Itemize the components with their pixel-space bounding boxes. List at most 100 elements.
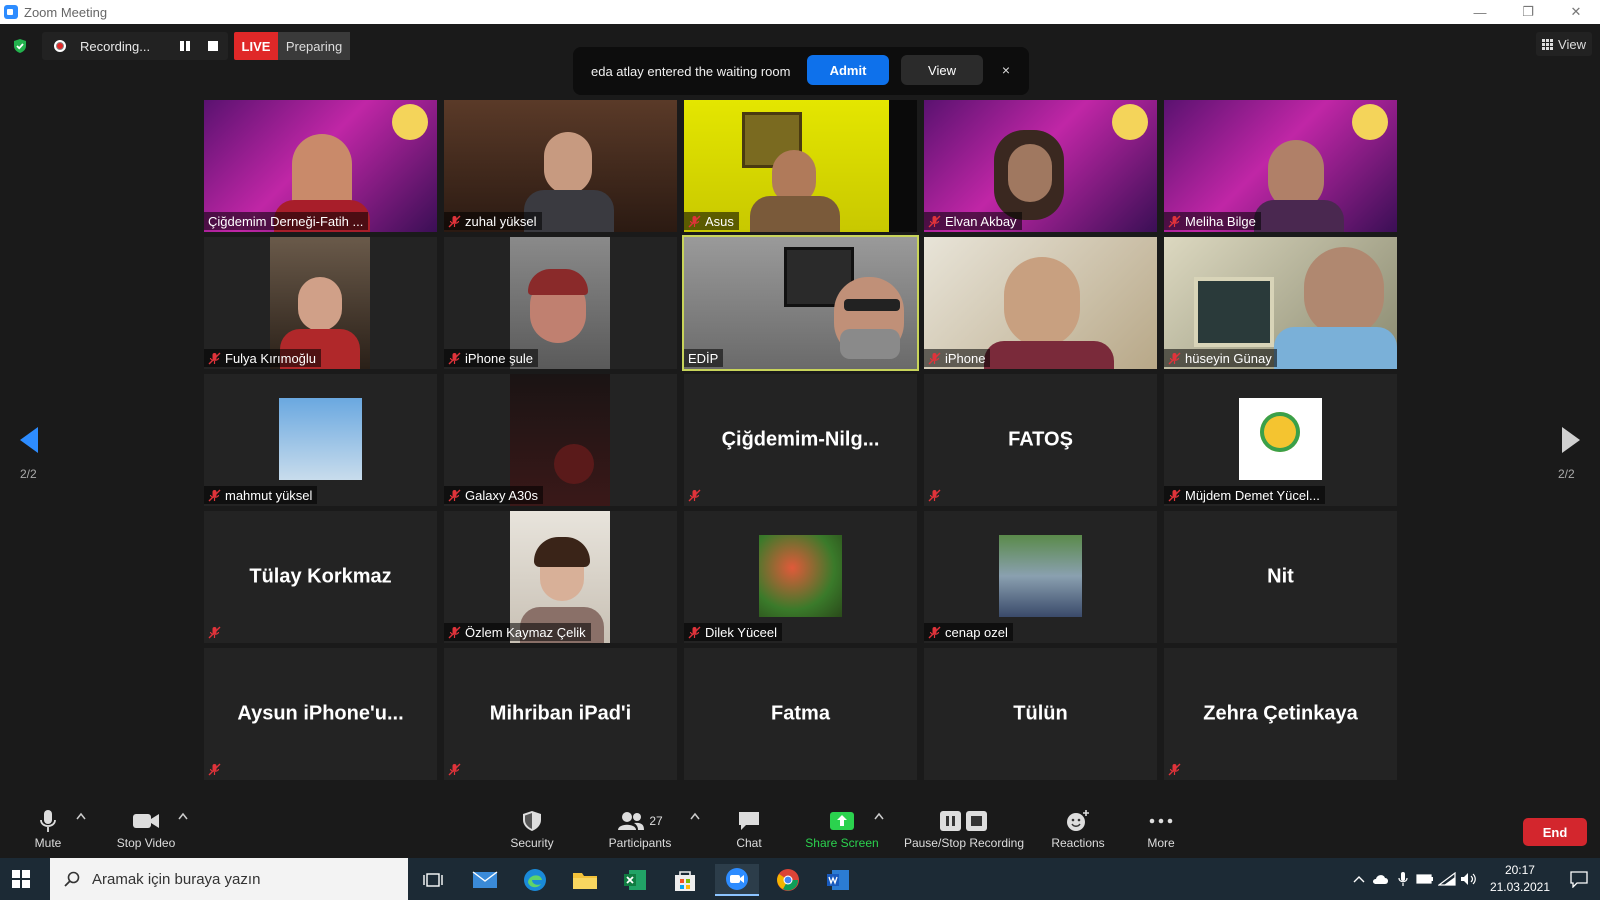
participant-tile[interactable]: Fulya Kırımoğlu [204,237,437,369]
audio-options-caret-icon[interactable] [76,812,86,820]
participant-display-name: Çiğdemim-Nilg... [721,428,880,451]
pause-stop-recording-button[interactable]: Pause/Stop Recording [900,808,1028,850]
participant-face [544,132,592,194]
participant-tile[interactable]: Özlem Kaymaz Çelik [444,511,677,643]
encryption-shield-icon[interactable] [12,38,28,54]
share-screen-icon [830,812,854,830]
participant-tile[interactable]: Dilek Yüceel [684,511,917,643]
participant-tile[interactable]: Aysun iPhone'u... [204,648,437,780]
participant-name: zuhal yüksel [465,213,537,229]
reactions-button[interactable]: Reactions [1046,808,1110,850]
security-button[interactable]: Security [504,808,560,850]
taskbar-clock[interactable]: 20:17 21.03.2021 [1490,862,1550,896]
taskbar-excel-app[interactable] [613,864,657,896]
participant-display-name: Tülay Korkmaz [249,565,392,588]
participants-options-caret-icon[interactable] [690,812,700,820]
participant-tile[interactable]: Meliha Bilge [1164,100,1397,232]
taskbar-mail-app[interactable] [463,864,507,896]
stop-video-button[interactable]: Stop Video [110,808,182,850]
taskbar-store-app[interactable] [663,864,707,896]
participant-tile[interactable]: cenap ozel [924,511,1157,643]
end-meeting-button[interactable]: End [1523,818,1587,846]
microphone-tray-icon[interactable] [1392,858,1414,900]
taskbar-chrome-app[interactable] [766,864,810,896]
participant-tile[interactable]: iPhone [924,237,1157,369]
battery-icon[interactable] [1414,858,1436,900]
muted-mic-icon [448,489,461,501]
participant-label: EDİP [684,349,724,367]
folder-icon [573,873,597,889]
live-badge[interactable]: LIVE [234,32,278,60]
participant-tile[interactable]: Mihriban iPad'i [444,648,677,780]
restore-icon[interactable]: ❐ [1504,0,1552,24]
show-hidden-icons-icon[interactable] [1348,858,1370,900]
participant-display-name: Fatma [771,702,830,725]
mute-button[interactable]: Mute [26,808,70,850]
participant-tile[interactable]: Çiğdemim-Nilg... [684,374,917,506]
participant-tile[interactable]: FATOŞ [924,374,1157,506]
muted-mic-icon [928,215,941,227]
stop-recording-icon[interactable] [208,41,218,51]
participant-tile[interactable]: mahmut yüksel [204,374,437,506]
participant-tile[interactable]: Müjdem Demet Yücel... [1164,374,1397,506]
taskbar-edge-app[interactable] [513,864,557,896]
admit-button[interactable]: Admit [807,55,889,85]
notifications-icon[interactable] [1568,858,1590,900]
muted-mic-icon [928,489,941,502]
participant-label: Asus [684,212,739,230]
close-icon[interactable]: ✕ [1552,0,1600,24]
next-page-arrow-icon[interactable] [1560,425,1582,455]
page-indicator-right: 2/2 [1558,467,1575,481]
participant-label: Çiğdemim Derneği-Fatih ... [204,212,369,230]
participant-tile[interactable]: Galaxy A30s [444,374,677,506]
participant-hair [528,269,588,295]
participant-tile[interactable]: Elvan Akbay [924,100,1157,232]
minimize-icon[interactable]: — [1456,0,1504,24]
cigdemim-logo [1112,104,1148,140]
close-notification-icon[interactable]: × [997,61,1015,79]
participant-label: Elvan Akbay [924,212,1022,230]
volume-icon[interactable] [1458,858,1480,900]
previous-page-arrow-icon[interactable] [18,425,40,455]
muted-mic-icon [1168,489,1181,501]
muted-mic-icon [448,626,461,638]
wifi-icon[interactable] [1436,858,1458,900]
waiting-room-notification: eda atlay entered the waiting room Admit… [573,47,1029,95]
participant-label: Dilek Yüceel [684,623,783,641]
onedrive-cloud-icon[interactable] [1370,858,1392,900]
participant-tile[interactable]: Çiğdemim Derneği-Fatih ... [204,100,437,232]
view-waiting-button[interactable]: View [901,55,983,85]
participant-tile[interactable]: Tülün [924,648,1157,780]
view-layout-button[interactable]: View [1536,32,1592,56]
participant-tile[interactable]: hüseyin Günay [1164,237,1397,369]
share-screen-button[interactable]: Share Screen [802,808,882,850]
participants-button[interactable]: 27 Participants [600,808,680,850]
participant-tile[interactable]: Asus [684,100,917,232]
taskbar-search-input[interactable]: Aramak için buraya yazın [50,858,408,900]
taskbar-zoom-app[interactable] [715,864,759,896]
participant-tile[interactable]: zuhal yüksel [444,100,677,232]
participant-tile[interactable]: Nit [1164,511,1397,643]
participant-tile[interactable]: Zehra Çetinkaya [1164,648,1397,780]
muted-mic-icon [1168,763,1181,776]
recording-status-text: Recording... [80,38,151,54]
participant-label: Özlem Kaymaz Çelik [444,623,591,641]
participant-gallery: Çiğdemim Derneği-Fatih ... zuhal yüksel … [204,100,1398,782]
chat-button[interactable]: Chat [726,808,772,850]
participant-shirt [1274,327,1397,369]
taskbar-file-explorer-app[interactable] [563,864,607,896]
task-view-button[interactable] [411,864,455,896]
share-options-caret-icon[interactable] [874,812,884,820]
participant-tile[interactable]: iPhone şule [444,237,677,369]
more-button[interactable]: More [1136,808,1186,850]
video-options-caret-icon[interactable] [178,812,188,820]
windows-start-icon[interactable] [12,870,30,888]
participant-name: iPhone şule [465,350,533,366]
page-indicator-left: 2/2 [20,467,37,481]
participant-tile[interactable]: Tülay Korkmaz [204,511,437,643]
participant-tile-active-speaker[interactable]: EDİP [682,235,919,371]
taskbar-word-app[interactable] [816,864,860,896]
pause-recording-icon[interactable] [180,41,190,51]
participant-label: mahmut yüksel [204,486,318,504]
participant-tile[interactable]: Fatma [684,648,917,780]
